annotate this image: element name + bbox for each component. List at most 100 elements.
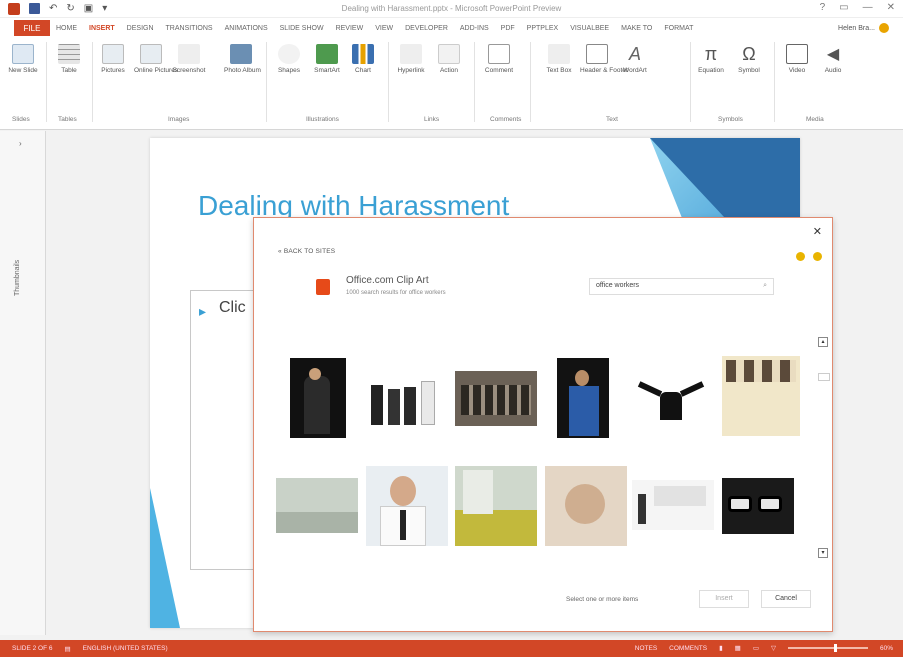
shapes-icon: [278, 44, 300, 64]
table-label: Table: [61, 67, 77, 74]
tab-view[interactable]: VIEW: [369, 25, 399, 32]
pictures-button[interactable]: Pictures: [96, 44, 130, 75]
customize-qat-icon[interactable]: ▾: [102, 3, 107, 14]
tab-make-to[interactable]: MAKE TO: [615, 25, 658, 32]
tab-file[interactable]: FILE: [14, 20, 50, 36]
comments-button[interactable]: COMMENTS: [669, 645, 707, 652]
expand-thumbnails-icon[interactable]: ›: [19, 139, 22, 148]
zoom-slider[interactable]: [787, 644, 868, 652]
smartart-button[interactable]: SmartArt: [310, 44, 344, 75]
search-input[interactable]: office workers ⌕: [589, 278, 774, 295]
header-footer-button[interactable]: Header & Footer: [580, 44, 628, 75]
symbol-label: Symbol: [738, 67, 760, 74]
tab-pdf[interactable]: PDF: [495, 25, 521, 32]
tab-home[interactable]: HOME: [50, 25, 83, 32]
clipart-result[interactable]: [276, 478, 358, 533]
minimize-button[interactable]: —: [863, 2, 873, 13]
spellcheck-icon[interactable]: ▤: [64, 645, 70, 653]
clipart-result[interactable]: [366, 466, 448, 546]
undo-icon[interactable]: ↶: [49, 3, 57, 14]
dialog-close-button[interactable]: ✕: [813, 225, 822, 238]
clipart-result[interactable]: [557, 358, 609, 438]
table-button[interactable]: Table: [52, 44, 86, 75]
tab-review[interactable]: REVIEW: [330, 25, 370, 32]
insert-button[interactable]: Insert: [699, 590, 749, 608]
indicator-dot: [813, 252, 822, 261]
scrollbar-thumb[interactable]: [818, 373, 830, 381]
search-icon[interactable]: ⌕: [763, 282, 767, 290]
text-box-button[interactable]: Text Box: [542, 44, 576, 75]
normal-view-icon[interactable]: ▮: [719, 644, 723, 652]
video-button[interactable]: Video: [780, 44, 814, 75]
quick-access-toolbar: ↶ ↻ ▣ ▾: [0, 2, 107, 15]
back-to-sites-link[interactable]: « BACK TO SITES: [278, 248, 335, 255]
cancel-button[interactable]: Cancel: [761, 590, 811, 608]
comment-button[interactable]: Comment: [482, 44, 516, 75]
notes-button[interactable]: NOTES: [635, 645, 657, 652]
start-presentation-icon[interactable]: ▣: [84, 3, 93, 14]
powerpoint-window: ↶ ↻ ▣ ▾ Dealing with Harassment.pptx - M…: [0, 0, 903, 657]
tab-pptplex[interactable]: PPTPLEX: [521, 25, 565, 32]
tab-transitions[interactable]: TRANSITIONS: [160, 25, 219, 32]
scroll-up-button[interactable]: ▴: [818, 337, 828, 347]
audio-icon: ◀: [826, 46, 840, 63]
equation-button[interactable]: π Equation: [694, 44, 728, 75]
symbol-icon: Ω: [742, 44, 756, 64]
wordart-button[interactable]: A WordArt: [618, 44, 652, 75]
pictures-label: Pictures: [101, 67, 125, 74]
online-pictures-button[interactable]: Online Pictures: [134, 44, 179, 75]
results-count: 1000 search results for office workers: [346, 290, 446, 296]
language-indicator[interactable]: ENGLISH (UNITED STATES): [83, 645, 168, 652]
photo-album-button[interactable]: Photo Album: [224, 44, 261, 75]
window-title: Dealing with Harassment.pptx - Microsoft…: [341, 4, 562, 13]
close-window-button[interactable]: ✕: [887, 2, 895, 13]
tab-slide-show[interactable]: SLIDE SHOW: [274, 25, 330, 32]
symbol-button[interactable]: Ω Symbol: [732, 44, 766, 75]
clipart-result[interactable]: [290, 358, 346, 438]
save-icon[interactable]: [29, 3, 40, 14]
action-icon: [438, 44, 460, 64]
zoom-level[interactable]: 60%: [880, 645, 893, 652]
user-account[interactable]: Helen Bra...: [838, 23, 889, 33]
audio-button[interactable]: ◀ Audio: [816, 44, 850, 75]
tab-format[interactable]: FORMAT: [658, 25, 699, 32]
tab-developer[interactable]: DEVELOPER: [399, 25, 454, 32]
clipart-result[interactable]: [455, 466, 537, 546]
ribbon-display-button[interactable]: ▭: [839, 2, 848, 13]
chart-label: Chart: [355, 67, 371, 74]
screenshot-button[interactable]: Screenshot: [172, 44, 206, 75]
new-slide-button[interactable]: New Slide: [6, 44, 40, 75]
action-button[interactable]: Action: [432, 44, 466, 75]
powerpoint-logo-icon: [8, 2, 20, 15]
chart-button[interactable]: Chart: [346, 44, 380, 75]
help-button[interactable]: ?: [820, 2, 826, 13]
clipart-result[interactable]: [722, 356, 800, 436]
redo-icon[interactable]: ↻: [66, 3, 74, 14]
tab-visualbee[interactable]: VISUALBEE: [564, 25, 615, 32]
shapes-button[interactable]: Shapes: [272, 44, 306, 75]
indicator-dot: [796, 252, 805, 261]
wordart-label: WordArt: [623, 67, 647, 74]
scroll-down-button[interactable]: ▾: [818, 548, 828, 558]
slide-sorter-icon[interactable]: ▦: [735, 644, 741, 652]
placeholder-text: Clic: [219, 299, 246, 316]
online-pictures-label: Online Pictures: [134, 67, 179, 74]
clipart-result[interactable]: [632, 378, 714, 428]
tab-design[interactable]: DESIGN: [121, 25, 160, 32]
hyperlink-button[interactable]: Hyperlink: [394, 44, 428, 75]
tab-animations[interactable]: ANIMATIONS: [219, 25, 274, 32]
slide-show-icon[interactable]: ▽: [771, 644, 776, 652]
clipart-result[interactable]: [632, 480, 714, 530]
slide-decoration-bottom: [150, 488, 180, 628]
slide-counter: SLIDE 2 OF 6: [12, 645, 53, 652]
clipart-result[interactable]: [722, 478, 794, 534]
tab-insert[interactable]: INSERT: [83, 25, 121, 32]
avatar: [879, 23, 889, 33]
dialog-indicator-dots: [796, 252, 822, 261]
reading-view-icon[interactable]: ▭: [753, 644, 759, 652]
clipart-result[interactable]: [455, 371, 537, 426]
clipart-result[interactable]: [545, 466, 627, 546]
clipart-result[interactable]: [366, 373, 448, 428]
thumbnails-pane[interactable]: › Thumbnails: [0, 131, 46, 635]
tab-add-ins[interactable]: ADD-INS: [454, 25, 495, 32]
